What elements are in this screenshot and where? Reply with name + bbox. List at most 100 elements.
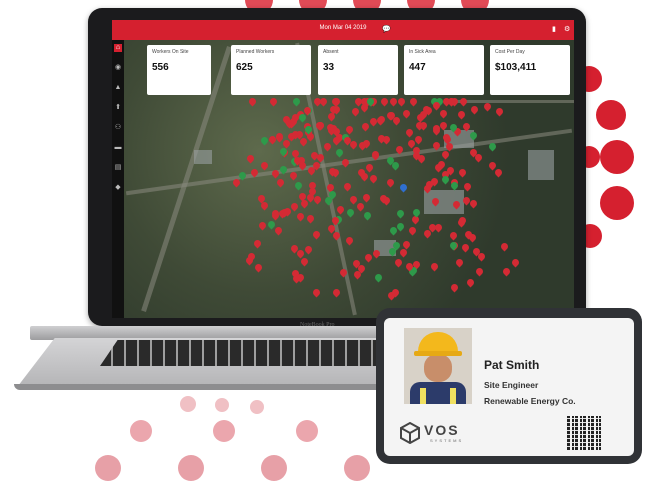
menu-icon[interactable]: ▮ [552,25,556,33]
map-pin[interactable] [288,170,299,181]
alert-icon[interactable]: ▲ [114,84,122,92]
map-pin[interactable] [454,257,465,268]
map-pin[interactable] [456,109,467,120]
map-pin[interactable] [275,177,286,188]
map-pin[interactable] [440,174,451,185]
map-pin[interactable] [458,96,469,107]
map-pin[interactable] [450,282,460,293]
map-pin[interactable] [253,262,264,273]
map-pin[interactable] [395,208,406,219]
map-pin[interactable] [360,121,371,132]
map-pin[interactable] [361,192,372,202]
stat-label: Planned Workers [236,49,275,55]
map-pin[interactable] [429,261,440,272]
stat-value: $103,411 [495,62,537,73]
stat-value: 625 [236,62,253,73]
map-pin[interactable] [469,104,480,115]
map-pin[interactable] [355,201,366,212]
map-pin[interactable] [259,200,270,211]
worker-face [424,354,452,382]
map-pin[interactable] [331,287,341,297]
stat-card-in-sick-area[interactable]: In Sick Area 447 [404,45,484,95]
stat-card-workers-on-site[interactable]: Workers On Site 556 [147,45,211,95]
map-pin[interactable] [345,207,356,218]
map-pin[interactable] [404,127,415,138]
map-pin[interactable] [465,277,476,288]
home-icon[interactable]: ⌂ [114,44,122,52]
map-pin[interactable] [379,96,390,107]
map-pin[interactable] [322,141,333,152]
map-pin[interactable] [398,182,409,193]
map-pin[interactable] [335,204,346,215]
map-pin[interactable] [388,96,399,107]
location-icon[interactable]: ⬆ [114,104,122,112]
map-pin[interactable] [344,235,355,246]
map-pin[interactable] [373,272,384,283]
stat-value: 447 [409,62,426,73]
chat-icon[interactable]: 💬 [382,25,391,33]
stat-label: In Sick Area [409,49,436,55]
date-label: Mon Mar 04 2019 [319,25,367,31]
dashboard-screen: Mon Mar 04 2019 💬 ▮ ⚙ ⌂ ◉ ▲ ⬆ ⚇ ▬ ▤ ◆ Wo… [112,20,574,318]
map-pin[interactable] [291,96,302,107]
badge-name: Pat Smith [484,358,540,372]
map-pin[interactable] [448,230,459,241]
map-pin[interactable] [474,266,484,277]
map-pin[interactable] [462,181,473,192]
map-pin[interactable] [303,244,314,255]
map-pin[interactable] [457,167,468,178]
map-pin[interactable] [364,162,375,173]
map-pin[interactable] [397,96,407,107]
logo-subtext: SYSTEMS [430,438,464,443]
stat-card-absent[interactable]: Absent 33 [318,45,398,95]
map-pin[interactable] [247,96,258,107]
map-pin[interactable] [368,173,379,184]
chat-side-icon[interactable]: ▬ [114,144,122,152]
map-pin[interactable] [311,229,322,240]
map-pin[interactable] [293,180,304,191]
map-pin[interactable] [268,96,279,107]
safety-vest [410,382,466,404]
stat-label: Absent [323,49,339,55]
map-pin[interactable] [318,96,329,107]
map-pin[interactable] [493,167,504,178]
map-pin[interactable] [438,108,449,119]
map-pin[interactable] [499,241,510,252]
stat-value: 556 [152,62,169,73]
map-pin[interactable] [362,210,373,221]
dashboard-icon[interactable]: ◉ [114,64,122,72]
laptop-brand: NoteBook Pro [300,322,335,328]
map-pin[interactable] [350,106,361,117]
map-pin[interactable] [501,266,512,276]
map-pin[interactable] [407,225,418,236]
stat-card-planned-workers[interactable]: Planned Workers 625 [231,45,311,95]
people-icon[interactable]: ⚇ [114,124,122,132]
map-pin[interactable] [385,177,396,188]
map-pin[interactable] [401,108,412,119]
map-pin[interactable] [273,225,284,236]
map-pin[interactable] [259,160,270,171]
map-pin[interactable] [433,222,444,233]
map-pin[interactable] [257,220,268,231]
map-pin[interactable] [494,106,505,117]
map-pin[interactable] [252,238,263,249]
document-icon[interactable]: ▤ [114,164,122,172]
settings-side-icon[interactable]: ◆ [114,184,122,192]
vos-logo: VOS SYSTEMS [400,420,490,446]
map-pin[interactable] [408,96,419,107]
map-pin[interactable] [299,256,310,267]
badge-role: Site Engineer [484,380,539,390]
map-pin[interactable] [245,153,255,164]
map-pin[interactable] [334,147,345,158]
map-pin[interactable] [510,257,521,268]
map-pin[interactable] [311,287,321,298]
stat-label: Cost Per Day [495,49,525,55]
map-pin[interactable] [460,242,471,253]
settings-icon[interactable]: ⚙ [564,25,570,33]
sidebar: ⌂ ◉ ▲ ⬆ ⚇ ▬ ▤ ◆ [112,40,124,318]
map-pin[interactable] [305,213,316,223]
map-pin[interactable] [393,257,404,268]
stat-card-cost-per-day[interactable]: Cost Per Day $103,411 [490,45,570,95]
map-pin[interactable] [295,211,306,222]
map-pin[interactable] [342,181,353,192]
